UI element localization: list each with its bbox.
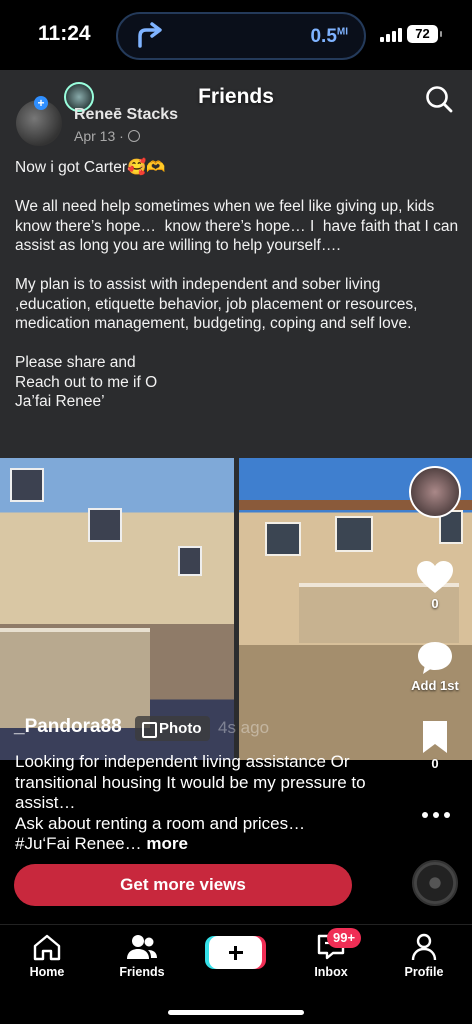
user-handle[interactable]: _Pandora88 bbox=[14, 716, 122, 738]
creator-avatar[interactable] bbox=[409, 466, 461, 518]
more-options-icon[interactable] bbox=[420, 808, 452, 822]
comment-bubble-icon bbox=[418, 642, 452, 674]
create-button[interactable] bbox=[209, 936, 262, 969]
globe-icon bbox=[127, 130, 140, 142]
friends-icon bbox=[127, 935, 157, 959]
like-button[interactable]: 0 bbox=[410, 560, 460, 611]
time-ago: 4s ago bbox=[218, 718, 270, 737]
music-disc-icon[interactable] bbox=[412, 860, 458, 906]
dynamic-island-navigation[interactable]: 0.5MI bbox=[116, 12, 366, 60]
home-indicator bbox=[168, 1010, 304, 1015]
post-text: Now i got Carter🥰🫶 We all need help some… bbox=[15, 159, 459, 410]
search-icon[interactable] bbox=[424, 84, 454, 114]
save-button[interactable]: 0 bbox=[410, 720, 460, 771]
profile-icon bbox=[411, 933, 437, 961]
cellular-signal-icon bbox=[380, 28, 402, 42]
navigation-distance: 0.5MI bbox=[310, 26, 348, 47]
bookmark-icon bbox=[423, 721, 447, 753]
heart-icon bbox=[417, 561, 453, 593]
inbox-count-badge: 99+ bbox=[327, 928, 362, 948]
caption-more-link[interactable]: more bbox=[146, 834, 188, 853]
photo-badge: Photo bbox=[135, 716, 210, 741]
tab-bar: Home Friends Inbox 99+ Profile bbox=[0, 924, 472, 1024]
battery-icon: 72 bbox=[407, 25, 442, 43]
page-title[interactable]: Friends bbox=[0, 85, 472, 109]
like-count: 0 bbox=[431, 596, 439, 611]
comment-button[interactable]: Add 1st bbox=[410, 640, 460, 693]
tab-home[interactable]: Home bbox=[7, 933, 87, 979]
caption-text: Looking for independent living assistanc… bbox=[15, 752, 366, 853]
home-icon bbox=[33, 934, 61, 961]
save-count: 0 bbox=[431, 756, 439, 771]
post-date: Apr 13 · bbox=[74, 128, 140, 144]
comment-label: Add 1st bbox=[411, 678, 459, 693]
post-caption[interactable]: Looking for independent living assistanc… bbox=[15, 752, 415, 855]
tab-friends[interactable]: Friends bbox=[102, 933, 182, 979]
tab-profile[interactable]: Profile bbox=[384, 933, 464, 979]
facebook-post-screenshot: + Reneē Stacks Apr 13 · Now i got Carter… bbox=[0, 70, 472, 760]
status-bar: 11:24 0.5MI 72 bbox=[0, 0, 472, 70]
house-photo-left bbox=[0, 458, 234, 760]
get-more-views-button[interactable]: Get more views bbox=[14, 864, 352, 906]
status-time: 11:24 bbox=[38, 22, 91, 45]
turn-right-arrow-icon bbox=[138, 22, 162, 48]
